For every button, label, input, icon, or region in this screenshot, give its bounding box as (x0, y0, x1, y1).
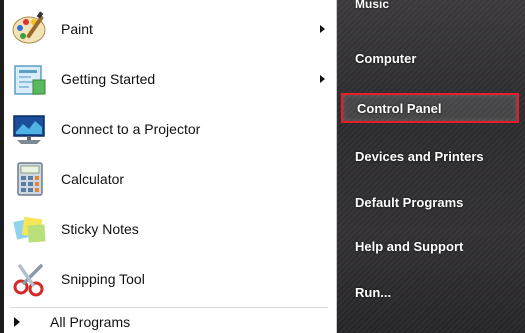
program-label: Paint (61, 21, 93, 37)
sticky-notes-icon (9, 208, 51, 250)
paint-icon (9, 8, 51, 50)
programs-pane: Paint Getting Started Connect to a Proje… (0, 0, 337, 333)
program-item-paint[interactable]: Paint (9, 6, 333, 52)
program-label: Getting Started (61, 71, 156, 87)
program-item-getting-started[interactable]: Getting Started (9, 56, 333, 102)
places-item-music[interactable]: Music (341, 0, 519, 19)
places-item-help-support[interactable]: Help and Support (341, 231, 519, 261)
places-item-control-panel[interactable]: Control Panel (341, 93, 519, 123)
places-item-run[interactable]: Run... (341, 277, 519, 307)
program-label: Connect to a Projector (61, 121, 201, 137)
submenu-arrow-icon (320, 75, 325, 83)
start-menu: Paint Getting Started Connect to a Proje… (0, 0, 525, 333)
program-label: Sticky Notes (61, 221, 139, 237)
left-edge-border (0, 0, 4, 333)
program-label: Calculator (61, 171, 125, 187)
program-item-calculator[interactable]: Calculator (9, 156, 333, 202)
all-programs-item[interactable]: All Programs (14, 311, 130, 333)
program-label: Snipping Tool (61, 271, 145, 287)
places-item-devices-printers[interactable]: Devices and Printers (341, 141, 519, 171)
expand-arrow-icon (14, 317, 20, 327)
calculator-icon (9, 158, 51, 200)
snipping-tool-icon (9, 258, 51, 300)
all-programs-label: All Programs (50, 314, 131, 330)
places-item-default-programs[interactable]: Default Programs (341, 187, 519, 217)
program-item-connect-projector[interactable]: Connect to a Projector (9, 106, 333, 152)
places-pane: Music Computer Control Panel Devices and… (337, 0, 525, 333)
places-item-computer[interactable]: Computer (341, 43, 519, 73)
submenu-arrow-icon (320, 25, 325, 33)
program-item-sticky-notes[interactable]: Sticky Notes (9, 206, 333, 252)
program-item-snipping-tool[interactable]: Snipping Tool (9, 256, 333, 302)
programs-separator (10, 307, 328, 308)
projector-icon (9, 108, 51, 150)
getting-started-icon (9, 58, 51, 100)
